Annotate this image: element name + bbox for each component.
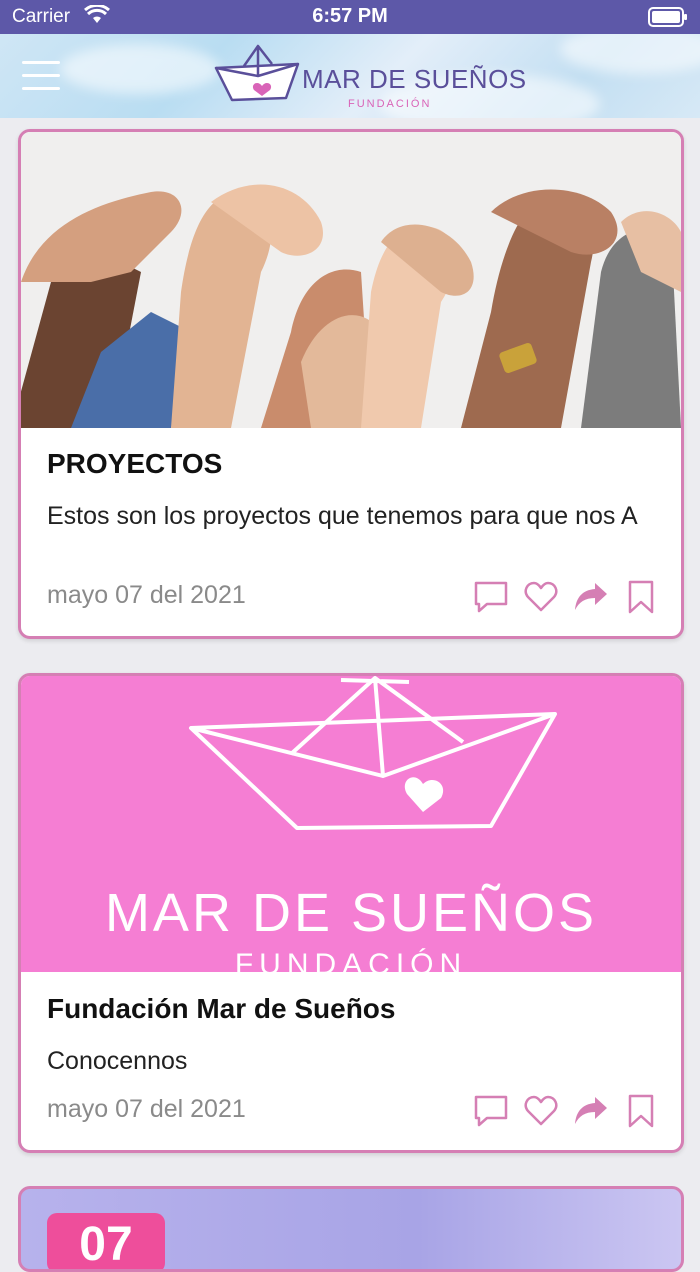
logo-title: MAR DE SUEÑOS: [302, 64, 527, 94]
paper-boat-icon: [214, 44, 300, 102]
menu-line: [22, 87, 60, 90]
clock: 6:57 PM: [312, 5, 388, 27]
post-image-hands: [21, 132, 681, 428]
image-logo-subtitle: FUNDACIÓN: [234, 948, 468, 981]
post-excerpt: Conocennos: [47, 1047, 188, 1075]
bookmark-icon[interactable]: [623, 1093, 659, 1129]
post-card[interactable]: PROYECTOS Estos son los proyectos que te…: [18, 129, 684, 639]
post-card[interactable]: 07: [18, 1186, 684, 1272]
post-date: mayo 07 del 2021: [47, 581, 246, 609]
share-icon[interactable]: [573, 1093, 609, 1129]
brand-logo: MAR DE SUEÑOS FUNDACIÓN: [210, 42, 526, 112]
share-icon[interactable]: [573, 579, 609, 615]
menu-line: [22, 61, 60, 64]
post-title: PROYECTOS: [47, 448, 223, 479]
heart-icon[interactable]: [523, 579, 559, 615]
bookmark-icon[interactable]: [623, 579, 659, 615]
logo-subtitle: FUNDACIÓN: [348, 98, 432, 110]
post-date: mayo 07 del 2021: [47, 1095, 246, 1123]
menu-line: [22, 74, 60, 77]
post-actions: [473, 1093, 657, 1129]
hamburger-menu-button[interactable]: [22, 61, 62, 93]
cloud-decoration: [560, 34, 700, 74]
battery-icon: [648, 7, 688, 32]
comment-icon[interactable]: [473, 1093, 509, 1129]
app-header: MAR DE SUEÑOS FUNDACIÓN: [0, 34, 700, 118]
status-bar: Carrier 6:57 PM: [0, 0, 700, 34]
post-card[interactable]: MAR DE SUEÑOS FUNDACIÓN Fundación Mar de…: [18, 673, 684, 1153]
post-actions: [473, 579, 657, 615]
post-title: Fundación Mar de Sueños: [47, 993, 396, 1024]
image-logo-title: MAR DE SUEÑOS: [104, 883, 598, 943]
comment-icon[interactable]: [473, 579, 509, 615]
post-image-logo: MAR DE SUEÑOS FUNDACIÓN: [21, 676, 681, 981]
cloud-decoration: [60, 44, 220, 94]
date-badge: 07: [47, 1213, 165, 1269]
post-excerpt: Estos son los proyectos que tenemos para…: [47, 502, 638, 530]
heart-icon[interactable]: [523, 1093, 559, 1129]
